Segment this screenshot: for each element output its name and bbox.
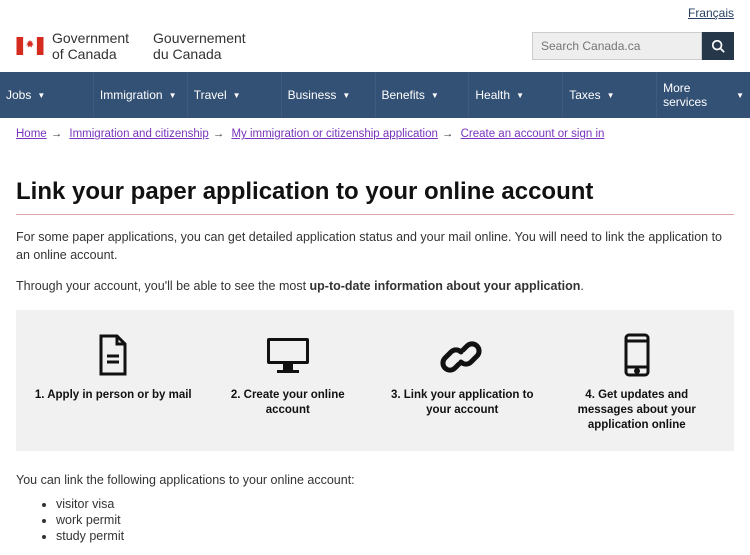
nav-health[interactable]: Health▼ (469, 72, 563, 118)
phone-icon (623, 333, 651, 377)
government-wordmark: Governmentof Canada Gouvernementdu Canad… (52, 30, 246, 62)
search-input[interactable] (532, 32, 702, 60)
intro-paragraph-2: Through your account, you'll be able to … (16, 278, 734, 296)
title-rule (16, 214, 734, 215)
search-icon (711, 39, 725, 53)
link-icon (439, 334, 485, 376)
steps-panel: 1. Apply in person or by mail 2. Create … (16, 310, 734, 451)
list-intro: You can link the following applications … (16, 473, 734, 487)
main-nav: Jobs▼ Immigration▼ Travel▼ Business▼ Ben… (0, 72, 750, 118)
breadcrumb-home[interactable]: Home (16, 128, 47, 140)
chevron-down-icon: ▼ (342, 91, 350, 100)
chevron-down-icon: ▼ (736, 91, 744, 100)
nav-business[interactable]: Business▼ (282, 72, 376, 118)
chevron-down-icon: ▼ (607, 91, 615, 100)
monitor-icon (263, 334, 313, 376)
chevron-down-icon: ▼ (37, 91, 45, 100)
applications-list: visitor visa work permit study permit (16, 497, 734, 543)
breadcrumb-create-account[interactable]: Create an account or sign in (461, 128, 605, 140)
step-1: 1. Apply in person or by mail (26, 332, 201, 433)
nav-more-services[interactable]: More services▼ (657, 72, 750, 118)
nav-taxes[interactable]: Taxes▼ (563, 72, 657, 118)
intro-paragraph-1: For some paper applications, you can get… (16, 229, 734, 264)
step-3: 3. Link your application to your account (375, 332, 550, 433)
canada-flag-icon (16, 37, 44, 55)
nav-jobs[interactable]: Jobs▼ (0, 72, 94, 118)
nav-travel[interactable]: Travel▼ (188, 72, 282, 118)
list-item: study permit (56, 529, 734, 543)
breadcrumb-my-application[interactable]: My immigration or citizenship applicatio… (231, 128, 437, 140)
search-button[interactable] (702, 32, 734, 60)
step-4: 4. Get updates and messages about your a… (550, 332, 725, 433)
chevron-down-icon: ▼ (233, 91, 241, 100)
list-item: work permit (56, 513, 734, 527)
document-icon (95, 334, 131, 376)
nav-immigration[interactable]: Immigration▼ (94, 72, 188, 118)
page-title: Link your paper application to your onli… (16, 178, 734, 206)
site-header: Governmentof Canada Gouvernementdu Canad… (0, 24, 750, 72)
language-toggle[interactable]: Français (688, 6, 734, 20)
step-2: 2. Create your online account (201, 332, 376, 433)
chevron-down-icon: ▼ (516, 91, 524, 100)
chevron-down-icon: ▼ (431, 91, 439, 100)
breadcrumb-immigration[interactable]: Immigration and citizenship (69, 128, 208, 140)
list-item: visitor visa (56, 497, 734, 511)
chevron-down-icon: ▼ (169, 91, 177, 100)
breadcrumb: Home→ Immigration and citizenship→ My im… (0, 118, 750, 150)
nav-benefits[interactable]: Benefits▼ (376, 72, 470, 118)
